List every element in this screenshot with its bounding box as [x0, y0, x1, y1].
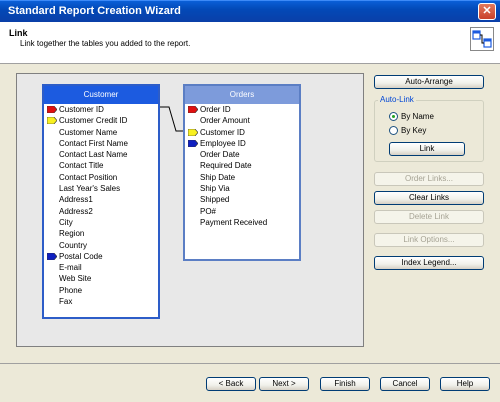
page-title: Link — [9, 28, 28, 38]
customer-field-label: E-mail — [59, 263, 82, 273]
orders-field-label: Employee ID — [200, 138, 246, 148]
orders-field-label: Order Date — [200, 150, 240, 160]
orders-field[interactable]: Order Amount — [185, 115, 299, 126]
customer-field-label: Address2 — [59, 206, 93, 216]
orders-field-label: Payment Received — [200, 217, 268, 227]
customer-field-label: Address1 — [59, 195, 93, 205]
orders-field-label: Order ID — [200, 105, 231, 114]
next-button[interactable]: Next > — [259, 377, 309, 391]
customer-field-label: Customer Name — [59, 127, 118, 137]
orders-field-label: Order Amount — [200, 116, 250, 126]
customer-table[interactable]: Customer Customer ID Customer Credit ID Cu… — [42, 84, 160, 319]
orders-field-label: PO# — [200, 206, 217, 216]
orders-field[interactable]: Order Date — [185, 149, 299, 160]
orders-field[interactable]: Required Date — [185, 160, 299, 171]
customer-field[interactable]: Fax — [44, 296, 158, 307]
customer-field-label: Customer Credit ID — [59, 116, 128, 126]
customer-field[interactable]: Postal Code — [44, 251, 158, 262]
by-name-label: By Name — [401, 112, 434, 121]
auto-link-group: Auto-Link By Name By Key Link — [374, 95, 484, 162]
index-legend-button[interactable]: Index Legend... — [374, 256, 484, 270]
customer-field[interactable]: Region — [44, 228, 158, 239]
page-subtitle: Link together the tables you added to th… — [20, 39, 191, 48]
yellow-index-flag-icon — [188, 128, 198, 136]
customer-field[interactable]: Web Site — [44, 273, 158, 284]
customer-field[interactable]: City — [44, 217, 158, 228]
blue-index-flag-icon — [188, 139, 198, 147]
wizard-header: Link Link together the tables you added … — [0, 22, 500, 64]
back-button[interactable]: < Back — [206, 377, 256, 391]
orders-field[interactable]: Customer ID — [185, 127, 299, 138]
order-links-button[interactable]: Order Links... — [374, 172, 484, 186]
orders-table-header[interactable]: Orders — [185, 86, 299, 104]
orders-field-label: Ship Via — [200, 184, 230, 194]
orders-field-list: Order ID Order Amount Customer ID Employee … — [185, 104, 299, 228]
customer-field-list: Customer ID Customer Credit ID Customer Na… — [44, 104, 158, 307]
customer-field[interactable]: Contact Position — [44, 172, 158, 183]
auto-arrange-button[interactable]: Auto-Arrange — [374, 75, 484, 89]
orders-field-label: Required Date — [200, 161, 252, 171]
red-index-flag-icon — [47, 106, 57, 113]
finish-button[interactable]: Finish — [320, 377, 370, 391]
customer-field-label: Web Site — [59, 274, 92, 284]
orders-field-label: Shipped — [200, 195, 230, 205]
customer-field[interactable]: Address2 — [44, 206, 158, 217]
clear-links-button[interactable]: Clear Links — [374, 191, 484, 205]
yellow-index-flag-icon — [47, 117, 57, 125]
customer-field[interactable]: Phone — [44, 285, 158, 296]
orders-field[interactable]: Employee ID — [185, 138, 299, 149]
customer-field[interactable]: E-mail — [44, 262, 158, 273]
orders-table[interactable]: Orders Order ID Order Amount Customer ID Em… — [183, 84, 301, 261]
customer-field-label: Fax — [59, 297, 73, 307]
title-bar: Standard Report Creation Wizard ✕ — [0, 0, 500, 22]
customer-field-label: Phone — [59, 285, 83, 295]
customer-table-header[interactable]: Customer — [44, 86, 158, 104]
orders-field[interactable]: Shipped — [185, 194, 299, 205]
footer-divider — [0, 363, 500, 364]
customer-field-label: Contact Title — [59, 161, 104, 171]
customer-field[interactable]: Contact First Name — [44, 138, 158, 149]
customer-field-label: Contact First Name — [59, 138, 128, 148]
customer-field[interactable]: Customer ID — [44, 104, 158, 115]
link-tables-icon — [470, 27, 494, 51]
orders-field-label: Customer ID — [200, 127, 245, 137]
blue-index-flag-icon — [47, 252, 57, 260]
orders-field[interactable]: Ship Date — [185, 172, 299, 183]
customer-field-label: Contact Position — [59, 172, 118, 182]
customer-field[interactable]: Contact Last Name — [44, 149, 158, 160]
customer-field-label: Contact Last Name — [59, 150, 128, 160]
customer-field[interactable]: Customer Name — [44, 127, 158, 138]
link-options-button[interactable]: Link Options... — [374, 233, 484, 247]
orders-field-label: Ship Date — [200, 172, 236, 182]
customer-field-label: Postal Code — [59, 251, 103, 261]
delete-link-button[interactable]: Delete Link — [374, 210, 484, 224]
orders-field[interactable]: Ship Via — [185, 183, 299, 194]
window-title: Standard Report Creation Wizard — [8, 5, 181, 17]
customer-field[interactable]: Country — [44, 240, 158, 251]
by-key-label: By Key — [401, 126, 427, 135]
link-button[interactable]: Link — [389, 142, 465, 156]
customer-field[interactable]: Contact Title — [44, 160, 158, 171]
close-button[interactable]: ✕ — [478, 3, 496, 20]
customer-field-label: Last Year's Sales — [59, 184, 121, 194]
auto-link-title: Auto-Link — [378, 95, 416, 104]
orders-field[interactable]: Payment Received — [185, 217, 299, 228]
customer-field-label: Region — [59, 229, 85, 239]
customer-field[interactable]: Customer Credit ID — [44, 115, 158, 126]
orders-field[interactable]: Order ID — [185, 104, 299, 115]
link-canvas[interactable]: Customer Customer ID Customer Credit ID Cu… — [16, 73, 364, 347]
cancel-button[interactable]: Cancel — [380, 377, 430, 391]
customer-field[interactable]: Address1 — [44, 194, 158, 205]
customer-field-label: City — [59, 217, 73, 227]
help-button[interactable]: Help — [440, 377, 490, 391]
customer-field-label: Customer ID — [59, 105, 104, 114]
red-index-flag-icon — [188, 106, 198, 113]
orders-field[interactable]: PO# — [185, 206, 299, 217]
customer-field-label: Country — [59, 240, 88, 250]
by-name-radio-dot[interactable] — [389, 112, 398, 121]
customer-field[interactable]: Last Year's Sales — [44, 183, 158, 194]
by-key-radio-dot[interactable] — [389, 126, 398, 135]
